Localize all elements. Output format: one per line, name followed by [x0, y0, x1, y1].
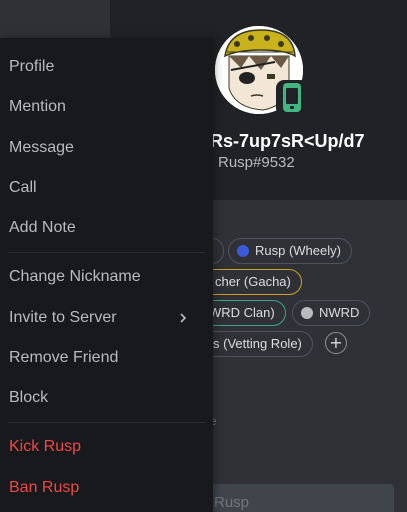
- menu-item-profile[interactable]: Profile: [0, 50, 213, 84]
- menu-item-add-note[interactable]: Add Note: [0, 211, 213, 245]
- role-color-dot: [237, 245, 249, 257]
- screen: Rs-7up7sR<Up/d7 Rusp#9532 Rusp (Wheely) …: [0, 0, 407, 512]
- role-label: WRD Clan): [209, 305, 275, 320]
- menu-separator: [8, 422, 205, 423]
- add-role-button[interactable]: +: [325, 332, 347, 354]
- chevron-right-icon: [180, 313, 187, 323]
- role-label: cher (Gacha): [215, 274, 291, 289]
- menu-separator: [8, 252, 205, 253]
- mobile-status-icon: [276, 80, 308, 116]
- profile-username: Rs-7up7sR<Up/d7: [210, 131, 365, 151]
- menu-item-call[interactable]: Call: [0, 171, 213, 205]
- role-label: s (Vetting Role): [213, 336, 302, 351]
- role-pill[interactable]: Rusp (Wheely): [228, 238, 352, 264]
- menu-item-message[interactable]: Message: [0, 131, 213, 165]
- window-top-strip: [0, 0, 110, 38]
- menu-item-kick[interactable]: Kick Rusp: [0, 430, 213, 464]
- profile-tag: Rusp#9532: [218, 154, 295, 171]
- message-input[interactable]: Rusp: [200, 484, 394, 512]
- menu-item-mention[interactable]: Mention: [0, 90, 213, 124]
- menu-item-ban[interactable]: Ban Rusp: [0, 471, 213, 505]
- menu-item-change-nickname[interactable]: Change Nickname: [0, 260, 213, 294]
- menu-item-label: Invite to Server: [9, 309, 117, 326]
- menu-item-block[interactable]: Block: [0, 381, 213, 415]
- role-pill[interactable]: NWRD: [292, 300, 371, 326]
- role-label: Rusp (Wheely): [255, 243, 341, 258]
- menu-item-invite-to-server[interactable]: Invite to Server: [0, 301, 213, 335]
- role-color-dot: [301, 307, 313, 319]
- menu-item-remove-friend[interactable]: Remove Friend: [0, 341, 213, 375]
- user-context-menu: Profile Mention Message Call Add Note Ch…: [0, 38, 213, 512]
- role-label: NWRD: [319, 305, 360, 320]
